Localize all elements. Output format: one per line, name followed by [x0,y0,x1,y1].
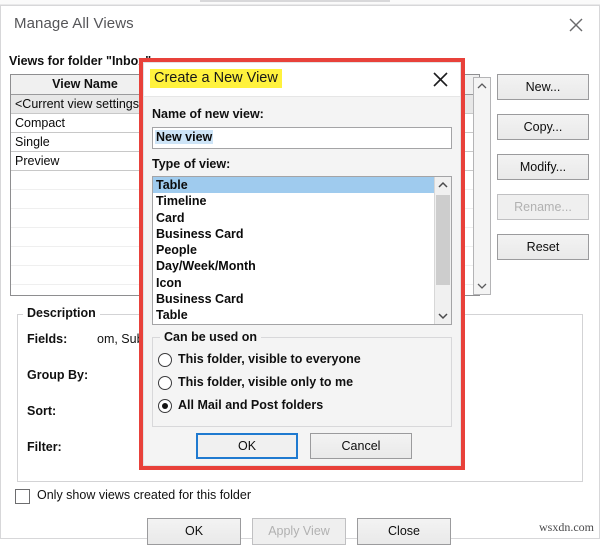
scroll-down-icon[interactable] [474,277,490,294]
list-item[interactable]: Icon [153,275,451,291]
reset-button[interactable]: Reset [497,234,589,260]
modal-titlebar: Create a New View [144,63,460,96]
view-name-cell: Preview [15,154,60,168]
modal-cancel-button[interactable]: Cancel [310,433,412,459]
scroll-down-icon[interactable] [435,307,451,324]
close-icon[interactable] [563,13,589,37]
modal-ok-button[interactable]: OK [196,433,298,459]
type-of-view-listbox[interactable]: Table Timeline Card Business Card People… [152,176,452,325]
description-legend: Description [23,306,100,320]
background-strip-segment [200,0,390,2]
ok-button[interactable]: OK [147,518,241,545]
apply-view-button: Apply View [252,518,346,545]
scroll-up-icon[interactable] [474,78,490,95]
view-name-cell: Compact [15,116,66,130]
rename-button: Rename... [497,194,589,220]
radio-visible-only-me[interactable] [158,376,172,390]
sort-label: Sort: [27,404,57,418]
list-item[interactable]: Business Card [153,226,451,242]
filter-label: Filter: [27,440,62,454]
modal-title: Create a New View [150,69,282,88]
modal-body: Name of new view: New view Type of view:… [144,96,460,465]
name-of-new-view-label: Name of new view: [152,107,264,121]
can-be-used-on-legend: Can be used on [160,330,262,344]
create-new-view-dialog: Create a New View Name of new view: New … [143,62,461,466]
radio-selected-dot [161,402,168,409]
list-item[interactable]: Day/Week/Month [153,258,451,274]
type-list-scrollbar[interactable] [434,177,451,324]
new-view-name-value: New view [155,130,214,144]
scroll-up-icon[interactable] [435,177,451,194]
modify-button[interactable]: Modify... [497,154,589,180]
views-list-scrollbar[interactable] [473,77,491,295]
column-header-view-name[interactable]: View Name [11,77,159,91]
list-item[interactable]: Table [153,307,451,323]
group-by-label: Group By: [27,368,89,382]
list-item[interactable]: Timeline [153,193,451,209]
radio-label-visible-everyone: This folder, visible to everyone [178,352,361,366]
new-button[interactable]: New... [497,74,589,100]
views-for-folder-label: Views for folder "Inbox": [9,54,156,68]
list-item[interactable]: Card [153,210,451,226]
only-show-views-label: Only show views created for this folder [37,488,251,502]
radio-label-visible-only-me: This folder, visible only to me [178,375,354,389]
page-title: Manage All Views [14,15,134,32]
radio-visible-everyone[interactable] [158,353,172,367]
radio-label-all-mail-post: All Mail and Post folders [178,398,324,412]
dialog-titlebar: Manage All Views [1,6,599,44]
list-item[interactable]: Business Card [153,291,451,307]
fields-label: Fields: [27,332,68,346]
scrollbar-thumb[interactable] [436,195,450,285]
new-view-name-input[interactable]: New view [152,127,452,149]
type-of-view-label: Type of view: [152,157,231,171]
close-button[interactable]: Close [357,518,451,545]
list-item[interactable]: Table [153,177,451,194]
list-item[interactable]: People [153,242,451,258]
copy-button[interactable]: Copy... [497,114,589,140]
radio-all-mail-post[interactable] [158,399,172,413]
view-name-cell: <Current view settings> [15,97,147,111]
only-show-views-checkbox[interactable] [15,489,30,504]
watermark: wsxdn.com [539,520,594,534]
close-icon[interactable] [430,69,452,91]
view-name-cell: Single [15,135,50,149]
